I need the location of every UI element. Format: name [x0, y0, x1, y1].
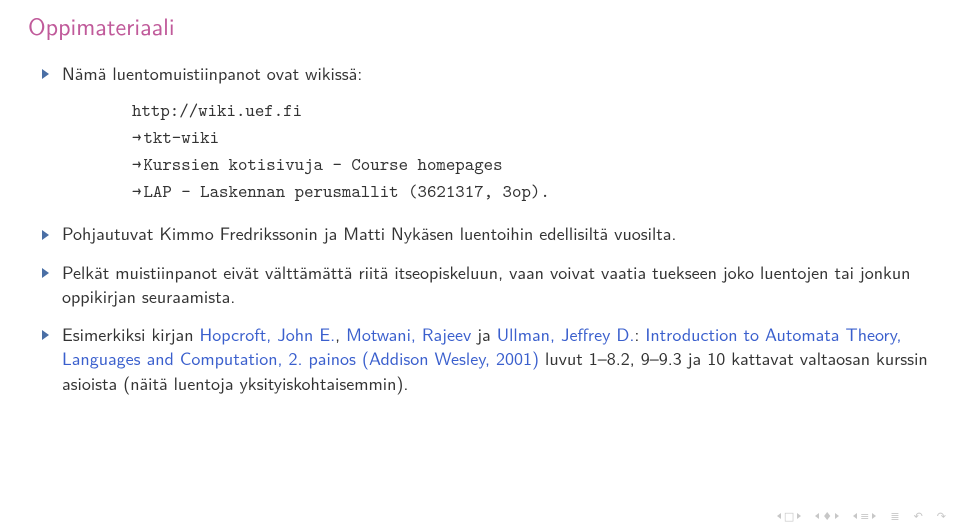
list-item: Nämä luentomuistiinpanot ovat wikissä: h…	[28, 61, 932, 205]
list-text: ja	[471, 320, 496, 347]
nav-forward-icon[interactable]: ↷	[937, 508, 946, 524]
slide: Oppimateriaali Nämä luentomuistiinpanot …	[0, 0, 960, 530]
list-text: Pelkät muistiinpanot eivät välttämättä r…	[62, 258, 910, 309]
list-item: Esimerkiksi kirjan Hopcroft, John E., Mo…	[28, 322, 932, 395]
nav-path: LAP - Laskennan perusmallit (3621317, 3o…	[132, 178, 932, 205]
list-item: Pelkät muistiinpanot eivät välttämättä r…	[28, 260, 932, 309]
list-item: Pohjautuvat Kimmo Fredrikssonin ja Matti…	[28, 221, 932, 245]
bullet-list: Nämä luentomuistiinpanot ovat wikissä: h…	[28, 61, 932, 395]
reference-text: Motwani, Rajeev	[346, 320, 471, 347]
nav-first-icon[interactable]: □	[777, 508, 801, 524]
reference-text: Hopcroft, John E.	[200, 320, 336, 347]
nav-last-icon[interactable]: ≣	[890, 508, 899, 524]
nav-footer: □ ♦ ≡ ≣ ↶ ↷	[777, 508, 946, 524]
list-text: Esimerkiksi kirjan	[62, 320, 200, 347]
nav-back-icon[interactable]: ↶	[914, 508, 923, 524]
nav-path: Kurssien kotisivuja - Course homepages	[132, 151, 932, 178]
nav-path: tkt-wiki	[132, 124, 932, 151]
list-text: :	[634, 320, 645, 347]
list-text: Pohjautuvat Kimmo Fredrikssonin ja Matti…	[62, 219, 676, 246]
reference-text: Ullman, Jeffrey D.	[497, 320, 635, 347]
sub-block: http://wiki.uef.fi tkt-wiki Kurssien kot…	[132, 95, 932, 205]
nav-next-icon[interactable]: ≡	[853, 508, 876, 524]
nav-prev-icon[interactable]: ♦	[815, 508, 839, 524]
page-title: Oppimateriaali	[28, 8, 932, 43]
list-text: Nämä luentomuistiinpanot ovat wikissä:	[62, 59, 362, 86]
list-text: ,	[335, 320, 346, 347]
wiki-url: http://wiki.uef.fi	[132, 98, 302, 122]
